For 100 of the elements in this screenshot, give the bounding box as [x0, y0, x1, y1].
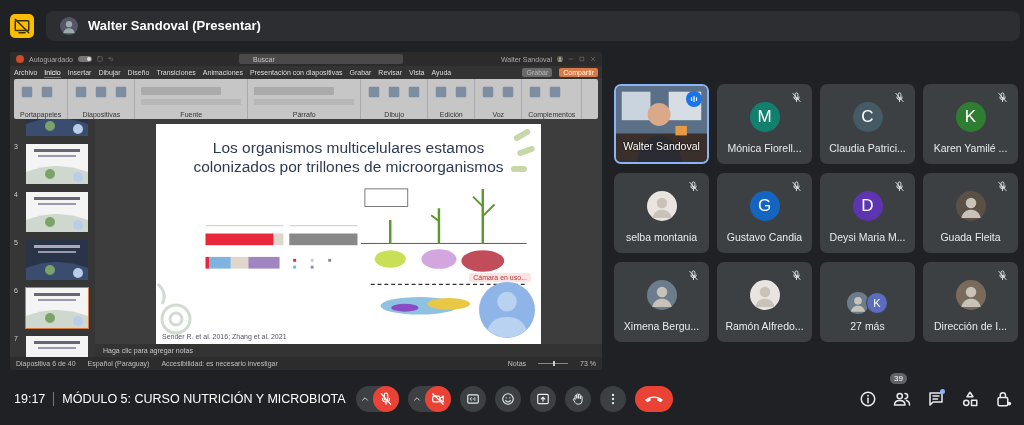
- camera-button[interactable]: [424, 386, 451, 412]
- hand-icon: [570, 392, 585, 406]
- command-icon[interactable]: [434, 85, 449, 99]
- caret-icon: [411, 394, 422, 404]
- captions-icon: [465, 392, 480, 406]
- microphone-button[interactable]: [372, 386, 399, 412]
- participant-tile[interactable]: K Karen Yamilé ...: [923, 84, 1018, 164]
- caret-icon: [359, 394, 370, 404]
- participant-count: 27 más: [850, 320, 885, 332]
- slide-thumbnail[interactable]: [25, 287, 89, 329]
- legend-swatch: [293, 265, 297, 269]
- present-screen-icon: [535, 392, 550, 406]
- phone-icon: [644, 395, 663, 403]
- avatar: K: [955, 102, 986, 132]
- avatar: [955, 191, 986, 221]
- slide-thumbnail[interactable]: [25, 239, 89, 281]
- participant-name: Walter Sandoval: [623, 140, 700, 152]
- participant-tile[interactable]: Ximena Bergu...: [614, 262, 709, 342]
- avatar: C: [852, 102, 883, 132]
- avatar: [646, 280, 677, 310]
- people-icon[interactable]: [893, 390, 911, 408]
- participant-name: Guada Fleita: [940, 231, 1001, 243]
- participant-tile[interactable]: selba montania: [614, 173, 709, 253]
- command-icon[interactable]: [501, 85, 516, 99]
- participant-name: Gustavo Candia: [726, 231, 803, 243]
- more-options-button[interactable]: [599, 386, 626, 412]
- participant-tile[interactable]: G Gustavo Candia: [717, 173, 812, 253]
- legend-swatch: [310, 265, 314, 269]
- participant-name: Mónica Fiorell...: [727, 142, 802, 154]
- slide-thumbnail[interactable]: [25, 143, 89, 185]
- participant-tile[interactable]: Guada Fleita: [923, 173, 1018, 253]
- avatar: M: [749, 102, 780, 132]
- avatar: [557, 56, 563, 62]
- participant-name: Dirección de I...: [934, 320, 1007, 332]
- command-icon[interactable]: [20, 85, 34, 99]
- command-icon[interactable]: [481, 85, 496, 99]
- command-icon[interactable]: [407, 85, 422, 99]
- smiley-icon: [500, 392, 515, 406]
- command-icon[interactable]: [94, 85, 109, 99]
- participant-name: Ximena Bergu...: [623, 320, 700, 332]
- participant-name: Karen Yamilé ...: [933, 142, 1008, 154]
- participant-name: Claudia Patrici...: [829, 142, 906, 154]
- slide-thumbnail[interactable]: [25, 191, 89, 233]
- avatar: D: [852, 191, 883, 221]
- command-icon[interactable]: [528, 85, 543, 99]
- device-options-button[interactable]: [407, 386, 451, 412]
- app-logo-icon: [16, 55, 24, 63]
- maximize-icon[interactable]: [579, 56, 585, 62]
- participant-tile[interactable]: K 27 más: [820, 262, 915, 342]
- present-off-button[interactable]: [10, 13, 34, 38]
- slide-title: Los organismos multicelulares estamos colonizados por trillones de microorganismos: [192, 138, 505, 177]
- chart-bar: [289, 233, 358, 245]
- avatar: [60, 16, 78, 35]
- camera-preview-avatar: [479, 282, 535, 338]
- participant-tile[interactable]: Walter Sandoval: [614, 84, 709, 164]
- command-icon[interactable]: [367, 85, 382, 99]
- save-icon[interactable]: [97, 56, 103, 62]
- participant-name: Deysi Maria M...: [829, 231, 906, 243]
- participant-tile[interactable]: Dirección de I...: [923, 262, 1018, 342]
- avatar: [847, 292, 869, 314]
- close-icon[interactable]: [590, 56, 596, 62]
- meeting-title: MÓDULO 5: CURSO NUTRICIÓN Y MICROBIOTA: [62, 392, 346, 406]
- chat-icon[interactable]: [927, 390, 945, 408]
- avatar: K: [866, 292, 888, 314]
- avatar: [646, 191, 677, 221]
- command-icon[interactable]: [548, 85, 563, 99]
- autosave-toggle[interactable]: [78, 56, 92, 62]
- command-icon[interactable]: [114, 85, 129, 99]
- meeting-time: 19:17: [14, 392, 46, 406]
- end-call-button[interactable]: [634, 386, 673, 412]
- slider-thumb[interactable]: [553, 361, 556, 366]
- reactions-button[interactable]: [494, 386, 521, 412]
- participant-name: Ramón Alfredo...: [725, 320, 804, 332]
- legend-swatch: [310, 258, 314, 262]
- camera-off-icon: [430, 392, 445, 406]
- captions-button[interactable]: [459, 386, 486, 412]
- undo-icon[interactable]: [108, 56, 114, 62]
- presenter-name: Walter Sandoval (Presentar): [88, 18, 261, 33]
- lock-icon[interactable]: [995, 390, 1013, 408]
- present-button[interactable]: [529, 386, 556, 412]
- command-icon[interactable]: [74, 85, 89, 99]
- participant-tile[interactable]: M Mónica Fiorell...: [717, 84, 812, 164]
- mic-off-icon: [378, 392, 393, 406]
- screen-off-icon: [13, 16, 31, 35]
- command-icon[interactable]: [454, 85, 469, 99]
- raise-hand-button[interactable]: [564, 386, 591, 412]
- shapes-icon[interactable]: [961, 390, 979, 408]
- participant-tile[interactable]: D Deysi Maria M...: [820, 173, 915, 253]
- participant-name: selba montania: [625, 231, 698, 243]
- command-icon[interactable]: [387, 85, 402, 99]
- participant-tile[interactable]: Ramón Alfredo...: [717, 262, 812, 342]
- legend-swatch: [328, 258, 332, 262]
- legend-swatch: [293, 258, 297, 262]
- avatar: [749, 280, 780, 310]
- participant-tile[interactable]: C Claudia Patrici...: [820, 84, 915, 164]
- avatar: [955, 280, 986, 310]
- avatar: G: [749, 191, 780, 221]
- device-options-button[interactable]: [355, 386, 399, 412]
- command-icon[interactable]: [40, 85, 54, 99]
- info-icon[interactable]: [859, 390, 877, 408]
